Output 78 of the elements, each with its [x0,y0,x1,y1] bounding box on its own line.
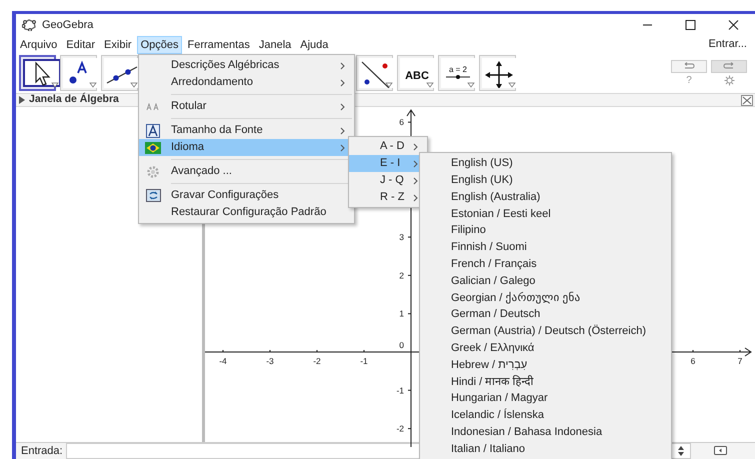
menu-item[interactable]: Italian / Italiano [420,440,671,458]
keyboard-icon[interactable] [714,446,727,456]
flag-icon [145,142,161,154]
chevron-icon [340,62,345,70]
menu-item[interactable]: Ferramentas [183,36,254,54]
menu-item[interactable]: Restaurar Configuração Padrão [139,204,354,221]
axis-label: -2 [396,424,404,434]
axis-label: 7 [738,356,742,366]
menu-item[interactable]: Hungarian / Magyar [420,390,671,407]
menu-item[interactable]: Janela [254,36,296,54]
menu-item[interactable]: Filipino [420,222,671,239]
axis-label: 2 [399,270,404,280]
undo-button[interactable] [671,60,707,72]
tool-button[interactable]: ABC [397,55,434,91]
axis-label: -2 [313,356,321,366]
menu-item[interactable]: French / Français [420,256,671,273]
axis-label: 3 [399,232,404,242]
menu-item[interactable]: English (UK) [420,172,671,189]
expand-icon[interactable] [19,96,25,104]
menu-item[interactable]: Hebrew / עִבְרִית [420,356,671,374]
chevron-icon [413,176,418,184]
close-icon[interactable] [741,94,753,106]
menu-item[interactable]: Finnish / Suomi [420,238,671,256]
menu-item[interactable]: Georgian / ქართული ენა [420,289,671,306]
sign-in-link[interactable]: Entrar... [708,36,747,53]
chevron-icon [413,142,418,150]
menu-item[interactable]: Estonian / Eesti keel [420,205,671,222]
axis-label: 6 [690,356,696,366]
menu-item[interactable]: German / Deutsch [420,306,671,323]
chevron-icon [340,144,345,152]
axis-label: -1 [360,356,368,366]
tool-label: ABC [405,70,429,82]
spinner-icon[interactable] [678,446,684,456]
axis-label: 6 [399,117,404,128]
font-size-icon [146,102,160,110]
tool-button[interactable] [356,55,393,91]
chevron-icon [340,78,345,86]
menu-item[interactable]: Hindi / मानक हिन्दी [420,373,671,390]
chevron-icon [413,194,418,202]
menu-item[interactable]: Galician / Galego [420,272,671,290]
menu-item[interactable]: Indonesian / Bahasa Indonesia [420,424,671,441]
menu-item[interactable]: Exibir [100,36,136,54]
undo-icon [683,62,695,70]
tool-button[interactable] [101,55,138,91]
menu-item[interactable]: Icelandic / Íslenska [420,406,671,424]
axis-label: -3 [266,356,274,366]
axis-label: 1 [399,308,404,319]
redo-button[interactable] [711,60,747,72]
axis-label: 0 [399,340,404,350]
menu-item[interactable]: Greek / Ελληνικά [420,340,671,357]
tool-label: a = 2 [449,65,467,74]
chevron-icon [340,126,345,134]
menu-item[interactable]: German (Austria) / Deutsch (Österreich) [420,322,671,340]
window-title: GeoGebra [42,18,94,33]
menu-item[interactable]: Editar [62,36,100,54]
tool-button[interactable]: a = 2 [438,55,475,91]
menu-item[interactable]: Ajuda [296,36,332,54]
tool-button[interactable] [479,55,516,91]
menu-item[interactable]: Rotular [139,98,354,115]
panel-title: Janela de Álgebra [29,92,119,108]
menu-item[interactable]: Arquivo [16,36,62,54]
settings-icon[interactable] [724,74,734,86]
gear-icon [146,164,160,178]
input-label: Entrada: [21,444,63,459]
menu-item[interactable]: English (Australia) [420,188,671,206]
chevron-icon [413,160,418,168]
axis-label: -1 [396,385,404,396]
menu-item[interactable]: Tamanho da Fonte [139,122,354,139]
font-icon [146,124,160,138]
axis-label: -4 [219,356,227,366]
menu-item[interactable]: Arredondamento [139,74,354,91]
chevron-icon [340,102,345,110]
save-settings-icon [146,189,160,202]
tool-button[interactable] [60,55,97,91]
app-logo-icon [22,19,36,31]
menu-item[interactable]: Descrições Algébricas [139,57,354,74]
redo-icon [723,62,735,70]
menu-item[interactable]: Opções [136,36,182,54]
